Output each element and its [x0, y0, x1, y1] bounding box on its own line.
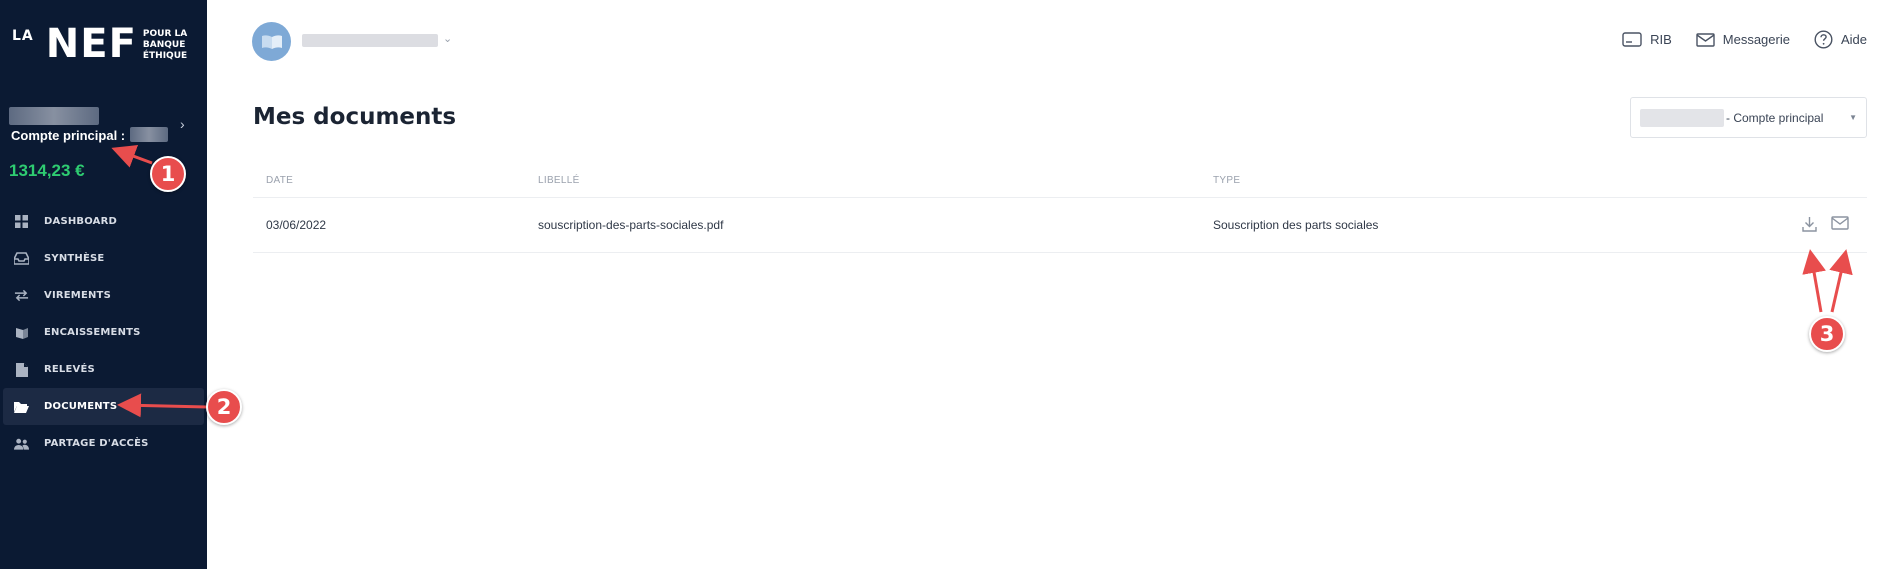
main-content: ⌄ RIB Messagerie Aide Mes documents - Co… [207, 0, 1887, 569]
mail-icon [1696, 32, 1715, 47]
sidebar-item-dashboard[interactable]: DASHBOARD [0, 203, 207, 240]
chevron-down-icon[interactable]: ⌄ [443, 32, 452, 45]
account-balance: 1314,23 € [9, 161, 85, 180]
sidebar-item-releves[interactable]: RELEVÉS [0, 351, 207, 388]
logo-main: NEF [45, 21, 137, 67]
folder-icon [14, 399, 29, 414]
column-header-date[interactable]: DATE [266, 175, 293, 186]
account-select[interactable]: - Compte principal ▼ [1630, 97, 1867, 138]
card-icon [1622, 32, 1642, 47]
user-name-redacted[interactable] [302, 34, 438, 47]
cell-libelle[interactable]: souscription-des-parts-sociales.pdf [538, 218, 723, 232]
sidebar-item-label: RELEVÉS [44, 364, 95, 375]
account-select-label: - Compte principal [1726, 110, 1824, 125]
cell-type: Souscription des parts sociales [1213, 218, 1379, 232]
sidebar-item-encaissements[interactable]: ENCAISSEMENTS [0, 314, 207, 351]
column-header-libelle[interactable]: LIBELLÉ [538, 175, 580, 186]
documents-table: DATE LIBELLÉ TYPE 03/06/2022 souscriptio… [253, 166, 1867, 253]
messagerie-label: Messagerie [1722, 32, 1790, 47]
top-navigation: RIB Messagerie Aide [1622, 30, 1867, 49]
logo-tagline-line: ÉTHIQUE [142, 51, 188, 61]
logo-tagline-line: BANQUE [142, 40, 186, 50]
account-number-redacted [130, 127, 168, 142]
annotation-badge-1: 1 [150, 156, 186, 192]
file-icon [14, 362, 29, 377]
page-title: Mes documents [253, 104, 457, 130]
messagerie-link[interactable]: Messagerie [1696, 32, 1790, 47]
app-window: LA NEF POUR LA BANQUE ÉTHIQUE › Compte p… [0, 0, 1887, 569]
cell-date: 03/06/2022 [266, 218, 327, 232]
aide-link[interactable]: Aide [1814, 30, 1867, 49]
sidebar-item-virements[interactable]: VIREMENTS [0, 277, 207, 314]
dropdown-arrow-icon: ▼ [1849, 113, 1857, 122]
account-select-redacted [1640, 108, 1724, 127]
brand-logo[interactable]: LA NEF POUR LA BANQUE ÉTHIQUE [12, 21, 187, 67]
annotation-badge-3: 3 [1809, 316, 1845, 352]
logo-tagline-line: POUR LA [142, 29, 188, 39]
sidebar-item-partage-acces[interactable]: PARTAGE D'ACCÈS [0, 425, 207, 462]
table-header: DATE LIBELLÉ TYPE [253, 166, 1867, 198]
account-label[interactable]: Compte principal : [11, 128, 125, 143]
chevron-right-icon[interactable]: › [180, 116, 185, 132]
cheque-icon [14, 325, 29, 340]
download-icon[interactable] [1802, 216, 1817, 235]
sidebar-item-synthese[interactable]: SYNTHÈSE [0, 240, 207, 277]
rib-link[interactable]: RIB [1622, 32, 1672, 47]
logo-tagline: POUR LA BANQUE ÉTHIQUE [143, 29, 187, 62]
mail-icon[interactable] [1831, 216, 1849, 235]
avatar[interactable] [252, 22, 291, 61]
sidebar-item-label: DASHBOARD [44, 216, 118, 227]
column-header-type[interactable]: TYPE [1213, 175, 1240, 186]
sidebar-item-label: PARTAGE D'ACCÈS [44, 438, 149, 449]
sidebar-item-label: SYNTHÈSE [44, 253, 105, 264]
help-icon [1814, 30, 1833, 49]
sidebar-item-label: VIREMENTS [44, 290, 111, 301]
account-holder-redacted [9, 107, 99, 125]
grid-icon [14, 214, 29, 229]
users-icon [14, 436, 29, 451]
sidebar-item-label: ENCAISSEMENTS [44, 327, 141, 338]
aide-label: Aide [1840, 32, 1867, 47]
sidebar-item-documents[interactable]: DOCUMENTS [3, 388, 204, 425]
sidebar-nav: DASHBOARD SYNTHÈSE VIREMENTS ENCAISSEMEN… [0, 203, 207, 462]
transfer-icon [14, 288, 29, 303]
row-actions [1802, 216, 1849, 235]
sidebar-item-label: DOCUMENTS [44, 401, 118, 412]
book-icon [261, 34, 282, 49]
annotation-badge-2: 2 [206, 389, 242, 425]
rib-label: RIB [1650, 32, 1672, 47]
inbox-icon [14, 251, 29, 266]
table-row[interactable]: 03/06/2022 souscription-des-parts-social… [253, 198, 1867, 253]
sidebar: LA NEF POUR LA BANQUE ÉTHIQUE › Compte p… [0, 0, 207, 569]
logo-prefix: LA [12, 28, 34, 44]
